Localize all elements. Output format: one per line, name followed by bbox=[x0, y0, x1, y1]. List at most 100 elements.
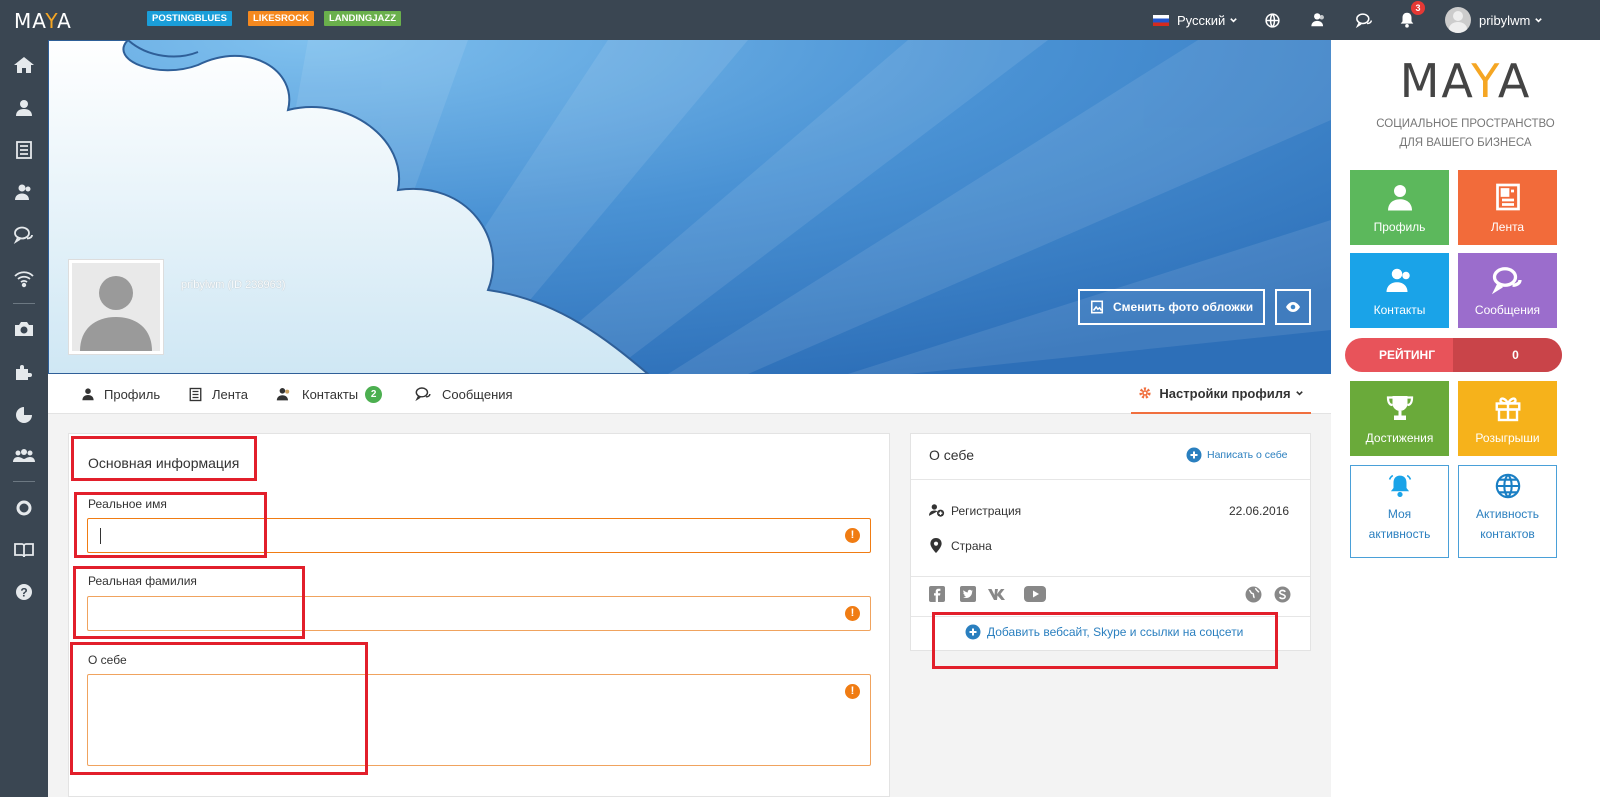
lifebuoy-icon[interactable] bbox=[13, 498, 35, 518]
messages-icon bbox=[1491, 267, 1522, 295]
landingjazz-link[interactable]: LANDINGJAZZ bbox=[324, 11, 402, 26]
warning-icon: ! bbox=[845, 528, 860, 543]
profile-settings-dropdown[interactable]: Настройки профиля bbox=[1131, 374, 1311, 414]
sidebar-divider bbox=[13, 481, 35, 482]
messages-top-button[interactable] bbox=[1355, 0, 1374, 40]
tile-contacts[interactable]: Контакты bbox=[1350, 253, 1449, 328]
wifi-icon[interactable] bbox=[13, 268, 35, 288]
preview-profile-button[interactable] bbox=[1275, 289, 1311, 325]
gear-icon bbox=[1139, 387, 1152, 399]
contacts-icon bbox=[276, 388, 290, 401]
facebook-icon[interactable] bbox=[929, 586, 945, 602]
likesrock-link[interactable]: LIKESROCK bbox=[248, 11, 314, 26]
write-about-link[interactable]: Написать о себе bbox=[1186, 447, 1288, 463]
map-pin-icon bbox=[930, 538, 942, 553]
app-logo[interactable]: MAYA bbox=[14, 9, 72, 33]
user-menu[interactable]: pribylwm bbox=[1445, 0, 1543, 40]
plus-circle-icon bbox=[965, 624, 981, 640]
eye-icon bbox=[1286, 302, 1300, 312]
contacts-icon[interactable] bbox=[13, 182, 35, 202]
first-name-field[interactable] bbox=[87, 518, 871, 553]
rating-bar[interactable]: РЕЙТИНГ 0 bbox=[1345, 338, 1562, 372]
camera-icon[interactable] bbox=[13, 319, 35, 339]
contacts-count-badge: 2 bbox=[365, 385, 383, 403]
flag-ru-icon bbox=[1153, 14, 1169, 26]
feed-icon[interactable] bbox=[13, 140, 35, 160]
sidebar-divider bbox=[13, 303, 35, 304]
globe-icon bbox=[1495, 473, 1520, 499]
language-selector[interactable]: Русский bbox=[1153, 0, 1238, 40]
contacts-activity-button[interactable]: Активность контактов bbox=[1458, 465, 1557, 558]
about-label: О себе bbox=[88, 653, 127, 667]
user-add-icon bbox=[929, 504, 945, 517]
tile-giveaways[interactable]: Розыгрыши bbox=[1458, 381, 1557, 456]
twitter-icon[interactable] bbox=[960, 586, 976, 602]
first-name-label: Реальное имя bbox=[88, 497, 167, 511]
avatar bbox=[1445, 7, 1471, 33]
messages-icon bbox=[1355, 12, 1373, 28]
postingblues-link[interactable]: POSTINGBLUES bbox=[147, 11, 232, 26]
book-icon[interactable] bbox=[13, 540, 35, 560]
add-links-button[interactable]: Добавить вебсайт, Skype и ссылки на соцс… bbox=[965, 624, 1243, 640]
chevron-down-icon bbox=[1535, 17, 1543, 23]
profile-avatar[interactable] bbox=[68, 259, 164, 355]
pie-chart-icon[interactable] bbox=[13, 405, 35, 425]
tab-profile[interactable]: Профиль bbox=[81, 374, 160, 414]
tab-messages[interactable]: Сообщения bbox=[414, 374, 513, 414]
default-avatar-icon bbox=[72, 263, 160, 351]
chevron-down-icon bbox=[1295, 390, 1303, 396]
home-icon[interactable] bbox=[13, 55, 35, 75]
image-icon bbox=[1090, 300, 1104, 314]
website-globe-icon[interactable] bbox=[1245, 586, 1262, 603]
contacts-icon bbox=[1386, 268, 1410, 292]
user-icon[interactable] bbox=[13, 98, 35, 118]
globe-icon bbox=[1265, 12, 1280, 28]
warning-icon: ! bbox=[845, 606, 860, 621]
svg-text:?: ? bbox=[20, 586, 27, 600]
rating-label: РЕЙТИНГ bbox=[1378, 348, 1436, 362]
contacts-icon bbox=[1311, 13, 1324, 27]
about-textarea[interactable] bbox=[87, 674, 871, 766]
warning-icon: ! bbox=[845, 684, 860, 699]
text-cursor bbox=[100, 528, 101, 544]
messages-icon bbox=[415, 387, 431, 402]
top-bar: MAYA POSTINGBLUES LIKESROCK LANDINGJAZZ … bbox=[0, 0, 1600, 40]
puzzle-icon[interactable] bbox=[13, 362, 35, 382]
tab-feed[interactable]: Лента bbox=[188, 374, 248, 414]
tile-achievements[interactable]: Достижения bbox=[1350, 381, 1449, 456]
notifications-button[interactable]: 3 bbox=[1398, 0, 1425, 40]
trophy-icon bbox=[1386, 396, 1413, 420]
contacts-top-button[interactable] bbox=[1310, 0, 1328, 40]
user-icon bbox=[1387, 185, 1412, 211]
tile-profile[interactable]: Профиль bbox=[1350, 170, 1449, 245]
skype-icon[interactable] bbox=[1274, 586, 1291, 603]
user-icon bbox=[82, 388, 94, 401]
chevron-down-icon bbox=[1230, 17, 1238, 23]
tab-contacts[interactable]: Контакты 2 bbox=[275, 374, 383, 414]
gift-icon bbox=[1495, 397, 1520, 422]
last-name-field[interactable] bbox=[87, 596, 871, 631]
country-row: Страна bbox=[929, 538, 992, 553]
messages-icon[interactable] bbox=[13, 225, 35, 245]
plus-circle-icon bbox=[1186, 447, 1202, 463]
last-name-label: Реальная фамилия bbox=[88, 574, 197, 588]
feed-icon bbox=[189, 387, 202, 401]
feed-icon bbox=[1495, 183, 1520, 211]
globe-button[interactable] bbox=[1264, 0, 1281, 40]
basic-info-title: Основная информация bbox=[88, 455, 240, 471]
bell-icon bbox=[1388, 474, 1411, 498]
group-icon[interactable] bbox=[13, 446, 35, 466]
profile-username-id: pribylwm (ID 238963) bbox=[181, 279, 286, 291]
help-icon[interactable]: ? bbox=[13, 582, 35, 602]
registration-row: Регистрация bbox=[929, 503, 1021, 518]
youtube-icon[interactable] bbox=[1024, 586, 1046, 602]
rating-value: 0 bbox=[1512, 348, 1519, 362]
notifications-badge: 3 bbox=[1411, 1, 1425, 15]
vk-icon[interactable] bbox=[988, 588, 1012, 600]
tile-messages[interactable]: Сообщения bbox=[1458, 253, 1557, 328]
change-cover-button[interactable]: Сменить фото обложки bbox=[1078, 289, 1266, 325]
tile-feed[interactable]: Лента bbox=[1458, 170, 1557, 245]
brand-logo: MAYA bbox=[1399, 54, 1532, 108]
my-activity-button[interactable]: Моя активность bbox=[1350, 465, 1449, 558]
brand-tagline: СОЦИАЛЬНОЕ ПРОСТРАНСТВО ДЛЯ ВАШЕГО БИЗНЕ… bbox=[1376, 118, 1555, 149]
